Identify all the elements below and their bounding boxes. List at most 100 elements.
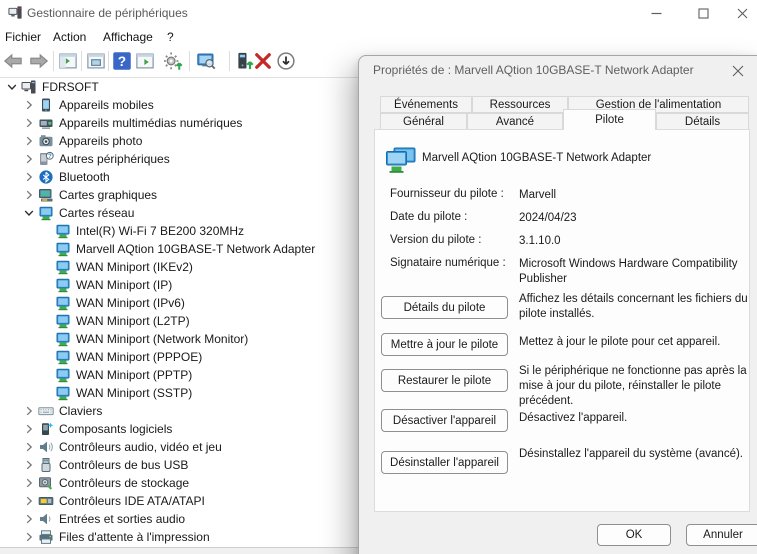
- mettre-à-jour-le-pilote-button[interactable]: Mettre à jour le pilote: [381, 333, 508, 356]
- field-label: Fournisseur du pilote :: [390, 188, 504, 200]
- show-console-tree-icon[interactable]: [58, 51, 78, 71]
- dialog-close-icon[interactable]: [725, 60, 751, 82]
- computer-icon: [21, 79, 37, 95]
- tree-item-label: WAN Miniport (L2TP): [76, 314, 190, 328]
- scan-hardware-changes-icon[interactable]: [163, 51, 183, 71]
- field-label: Date du pilote :: [390, 211, 467, 223]
- menu-affichage[interactable]: Affichage: [103, 28, 153, 46]
- network-adapter-icon: [55, 295, 71, 311]
- cancel-button[interactable]: Annuler: [686, 524, 757, 546]
- menu-fichier[interactable]: Fichier: [5, 28, 41, 46]
- network-adapter-icon: [55, 385, 71, 401]
- close-button[interactable]: [725, 0, 757, 26]
- action-description: Désinstallez l'appareil du système (avan…: [519, 447, 749, 462]
- titlebar: Gestionnaire de périphériques: [0, 0, 757, 26]
- menubar: Fichier Action Affichage?: [0, 26, 757, 48]
- svg-text:?: ?: [48, 154, 52, 160]
- print-queue-icon: [38, 529, 54, 545]
- chevron-right-icon[interactable]: [21, 529, 37, 545]
- field-value: 3.1.10.0: [519, 234, 757, 249]
- chevron-right-icon[interactable]: [21, 115, 37, 131]
- export-list-icon[interactable]: [135, 51, 155, 71]
- tree-item-label: Marvell AQtion 10GBASE-T Network Adapter: [76, 242, 315, 256]
- tree-item-label: Bluetooth: [59, 170, 110, 184]
- forward-icon[interactable]: [29, 51, 49, 71]
- chevron-down-icon[interactable]: [21, 205, 37, 221]
- chevron-right-icon[interactable]: [21, 97, 37, 113]
- détails-du-pilote-button[interactable]: Détails du pilote: [381, 296, 508, 319]
- tree-item-label: Files d'attente à l'impression: [59, 530, 210, 544]
- chevron-placeholder: [38, 349, 54, 365]
- chevron-right-icon[interactable]: [21, 457, 37, 473]
- back-icon[interactable]: [3, 51, 23, 71]
- tree-item-label: Contrôleurs IDE ATA/ATAPI: [59, 494, 205, 508]
- remote-computer-icon[interactable]: [196, 51, 216, 71]
- chevron-right-icon[interactable]: [21, 439, 37, 455]
- chevron-right-icon[interactable]: [21, 493, 37, 509]
- field-value: 2024/04/23: [519, 211, 757, 226]
- update-driver-icon[interactable]: [234, 51, 254, 71]
- chevron-right-icon[interactable]: [21, 403, 37, 419]
- help-icon[interactable]: ?: [112, 51, 132, 71]
- chevron-down-icon[interactable]: [4, 79, 20, 95]
- tree-item-label: WAN Miniport (PPTP): [76, 368, 192, 382]
- network-adapter-icon: [55, 367, 71, 383]
- field-value: Microsoft Windows Hardware Compatibility…: [519, 257, 757, 287]
- tree-item-label: Appareils multimédias numériques: [59, 116, 242, 130]
- menu-action[interactable]: Action: [53, 28, 86, 46]
- tab-avancé[interactable]: Avancé: [467, 113, 563, 130]
- tree-item-label: Entrées et sorties audio: [59, 512, 185, 526]
- tab-général[interactable]: Général: [380, 113, 467, 130]
- ide-controller-icon: [38, 493, 54, 509]
- tab-détails[interactable]: Détails: [656, 113, 749, 130]
- properties-icon[interactable]: [86, 51, 106, 71]
- tree-item-label: FDRSOFT: [42, 80, 99, 94]
- camera-icon: [38, 133, 54, 149]
- tree-item-label: WAN Miniport (IKEv2): [76, 260, 193, 274]
- chevron-right-icon[interactable]: [21, 475, 37, 491]
- tree-item-label: Claviers: [59, 404, 102, 418]
- tree-item-label: Contrôleurs de stockage: [59, 476, 189, 490]
- tab-événements[interactable]: Événements: [380, 96, 472, 113]
- svg-text:?: ?: [118, 54, 126, 69]
- toolbar-separator: [53, 51, 54, 71]
- chevron-right-icon[interactable]: [21, 511, 37, 527]
- chevron-right-icon[interactable]: [21, 133, 37, 149]
- tree-item-label: WAN Miniport (PPPOE): [76, 350, 202, 364]
- toolbar-separator: [189, 51, 190, 71]
- chevron-placeholder: [38, 277, 54, 293]
- action-description: Désactivez l'appareil.: [519, 411, 749, 426]
- network-adapter-icon: [55, 331, 71, 347]
- désinstaller-l-appareil-button[interactable]: Désinstaller l'appareil: [381, 451, 508, 474]
- menu-?[interactable]: ?: [167, 28, 174, 46]
- tree-item-label: Appareils mobiles: [59, 98, 154, 112]
- network-adapter-icon: [55, 313, 71, 329]
- minimize-button[interactable]: [639, 0, 673, 26]
- chevron-right-icon[interactable]: [21, 421, 37, 437]
- tree-item-label: Composants logiciels: [59, 422, 172, 436]
- chevron-right-icon[interactable]: [21, 169, 37, 185]
- tree-item-label: Intel(R) Wi-Fi 7 BE200 320MHz: [76, 224, 244, 238]
- uninstall-icon[interactable]: [253, 51, 273, 71]
- tab-ressources[interactable]: Ressources: [472, 96, 568, 113]
- screen: Gestionnaire de périphériques Fichier Act…: [0, 0, 757, 554]
- toolbar-separator: [229, 51, 230, 71]
- properties-dialog: Propriétés de : Marvell AQtion 10GBASE-T…: [358, 55, 757, 554]
- maximize-button[interactable]: [686, 0, 720, 26]
- ok-button[interactable]: OK: [597, 524, 671, 546]
- network-adapter-icon: [55, 259, 71, 275]
- chevron-right-icon[interactable]: [21, 151, 37, 167]
- usb-controller-icon: [38, 457, 54, 473]
- disable-device-icon[interactable]: [276, 51, 296, 71]
- tree-item-label: Cartes graphiques: [59, 188, 157, 202]
- tab-pilote[interactable]: Pilote: [563, 109, 656, 130]
- device-manager-app-icon: [8, 5, 23, 20]
- action-description: Si le périphérique ne fonctionne pas apr…: [519, 364, 749, 409]
- chevron-placeholder: [38, 331, 54, 347]
- storage-controller-icon: [38, 475, 54, 491]
- network-adapter-icon: [38, 205, 54, 221]
- tree-item-label: Cartes réseau: [59, 206, 134, 220]
- restaurer-le-pilote-button[interactable]: Restaurer le pilote: [381, 369, 508, 392]
- désactiver-l-appareil-button[interactable]: Désactiver l'appareil: [381, 409, 508, 432]
- chevron-right-icon[interactable]: [21, 187, 37, 203]
